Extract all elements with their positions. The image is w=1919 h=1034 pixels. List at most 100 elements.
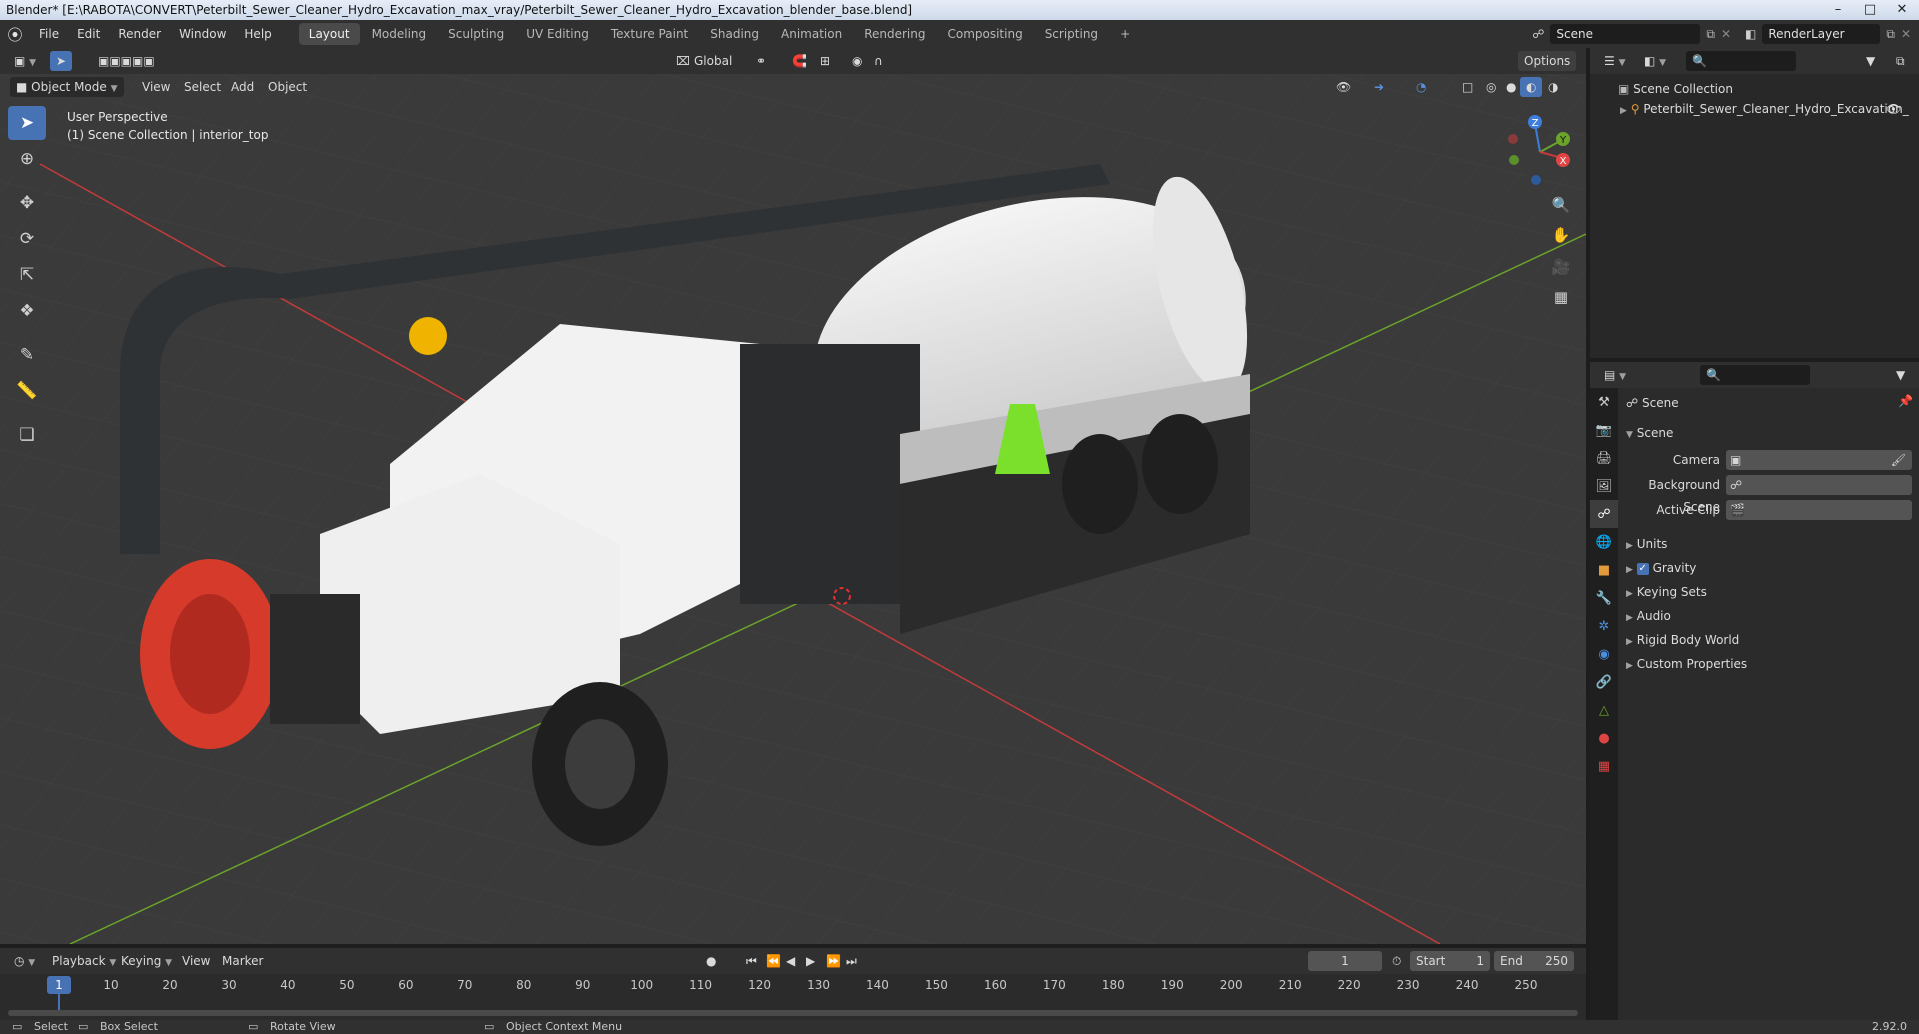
- menu-render[interactable]: Render: [109, 20, 170, 48]
- record-icon[interactable]: ●: [700, 951, 722, 971]
- camera-field[interactable]: ▣ 🖌: [1726, 450, 1912, 470]
- add-cube-icon[interactable]: ❏: [8, 418, 46, 452]
- pan-hand-icon[interactable]: ✋: [1548, 222, 1574, 248]
- maximize-button[interactable]: □: [1853, 0, 1887, 20]
- scene-selector[interactable]: Scene: [1550, 24, 1701, 44]
- outliner-editor-icon[interactable]: ☰ ▼: [1598, 51, 1632, 71]
- delete-scene-icon[interactable]: ✕: [1721, 27, 1731, 41]
- snap-icon[interactable]: 🧲: [786, 51, 813, 71]
- select-box-icon[interactable]: ➤: [8, 106, 46, 140]
- display-mode-icon[interactable]: ◧ ▼: [1638, 51, 1672, 71]
- tab-animation[interactable]: Animation: [771, 23, 852, 45]
- menu-keying[interactable]: Keying ▼: [115, 951, 178, 971]
- expand-arrow-icon[interactable]: ▶: [1620, 106, 1627, 116]
- renderlayer-selector[interactable]: RenderLayer: [1762, 24, 1881, 44]
- outliner-search-input[interactable]: 🔍: [1686, 51, 1796, 71]
- tab-texture-paint[interactable]: Texture Paint: [601, 23, 698, 45]
- properties-editor-icon[interactable]: ▤ ▼: [1598, 365, 1632, 385]
- ortho-grid-icon[interactable]: ▦: [1548, 284, 1574, 310]
- properties-options-icon[interactable]: ▼: [1890, 365, 1911, 385]
- tab-compositing[interactable]: Compositing: [937, 23, 1032, 45]
- camera-view-icon[interactable]: 🎥: [1548, 254, 1574, 280]
- properties-search-input[interactable]: 🔍: [1700, 365, 1810, 385]
- background-scene-field[interactable]: ☍: [1726, 475, 1912, 495]
- options-dropdown[interactable]: Options: [1518, 51, 1577, 71]
- units-panel[interactable]: ▶ Units: [1626, 533, 1667, 555]
- physics-tab-icon[interactable]: ◉: [1590, 640, 1618, 668]
- modifier-tab-icon[interactable]: 🔧: [1590, 584, 1618, 612]
- eyedropper-icon[interactable]: 🖌: [1891, 450, 1906, 470]
- close-button[interactable]: ✕: [1885, 0, 1919, 20]
- move-icon[interactable]: ✥: [8, 186, 46, 220]
- delete-renderlayer-icon[interactable]: ✕: [1901, 27, 1911, 41]
- visibility-icon[interactable]: 👁: [1330, 77, 1357, 97]
- scene-tab-icon[interactable]: ☍: [1590, 500, 1618, 528]
- 3d-viewport[interactable]: [0, 74, 1586, 944]
- cursor-icon[interactable]: ⊕: [8, 142, 46, 176]
- scene-collection-row[interactable]: ▣ Scene Collection: [1618, 78, 1733, 100]
- scale-icon[interactable]: ⇱: [8, 258, 46, 292]
- copy-scene-icon[interactable]: ⧉: [1706, 27, 1715, 42]
- gravity-checkbox[interactable]: ✓: [1636, 562, 1649, 575]
- menu-file[interactable]: File: [30, 20, 68, 48]
- timeline-editor-icon[interactable]: ◷ ▼: [8, 951, 41, 971]
- gravity-panel[interactable]: ▶ ✓ Gravity: [1626, 557, 1696, 579]
- rigid-body-world-panel[interactable]: ▶ Rigid Body World: [1626, 629, 1739, 651]
- play-icon[interactable]: ▶: [800, 951, 821, 971]
- pivot-icon[interactable]: ⚭: [750, 51, 772, 71]
- select-tool-icon[interactable]: ➤: [50, 51, 73, 71]
- zoom-icon[interactable]: 🔍: [1548, 192, 1574, 218]
- filter-icon[interactable]: ▼: [1860, 51, 1881, 71]
- current-frame-field[interactable]: 1: [1308, 951, 1382, 971]
- add-workspace-button[interactable]: +: [1110, 23, 1140, 45]
- menu-window[interactable]: Window: [170, 20, 235, 48]
- playhead[interactable]: 1: [47, 976, 71, 994]
- tab-rendering[interactable]: Rendering: [854, 23, 935, 45]
- tab-uv-editing[interactable]: UV Editing: [516, 23, 599, 45]
- world-tab-icon[interactable]: 🌐: [1590, 528, 1618, 556]
- object-tab-icon[interactable]: ■: [1590, 556, 1618, 584]
- falloff-icon[interactable]: ∩: [868, 51, 889, 71]
- stopwatch-icon[interactable]: ⏱: [1386, 951, 1407, 971]
- tab-modeling[interactable]: Modeling: [362, 23, 437, 45]
- material-shading-icon[interactable]: ◐: [1520, 77, 1543, 97]
- menu-edit[interactable]: Edit: [68, 20, 109, 48]
- tab-shading[interactable]: Shading: [700, 23, 769, 45]
- menu-marker[interactable]: Marker: [216, 951, 269, 971]
- end-frame-field[interactable]: End 250: [1494, 951, 1574, 971]
- view-layer-tab-icon[interactable]: 🖼: [1590, 472, 1618, 500]
- tab-sculpting[interactable]: Sculpting: [438, 23, 514, 45]
- constraints-tab-icon[interactable]: 🔗: [1590, 668, 1618, 696]
- output-tab-icon[interactable]: 🖨: [1590, 444, 1618, 472]
- transform-orientation-dropdown[interactable]: Global: [688, 51, 748, 71]
- outliner-item[interactable]: ▶ ⚲ Peterbilt_Sewer_Cleaner_Hydro_Excava…: [1620, 98, 1910, 120]
- timeline-scrollbar[interactable]: [8, 1010, 1578, 1016]
- pin-icon[interactable]: 📌: [1898, 394, 1913, 408]
- transform-icon[interactable]: ❖: [8, 294, 46, 328]
- play-reverse-icon[interactable]: ◀: [780, 951, 801, 971]
- particles-tab-icon[interactable]: ✲: [1590, 612, 1618, 640]
- keying-sets-panel[interactable]: ▶ Keying Sets: [1626, 581, 1707, 603]
- render-tab-icon[interactable]: 📷: [1590, 416, 1618, 444]
- xray-icon[interactable]: □: [1456, 77, 1479, 97]
- new-collection-icon[interactable]: ⧉: [1890, 51, 1911, 71]
- data-tab-icon[interactable]: △: [1590, 696, 1618, 724]
- annotate-icon[interactable]: ✎: [8, 338, 46, 372]
- texture-tab-icon[interactable]: ▦: [1590, 752, 1618, 780]
- menu-select[interactable]: Select: [178, 77, 227, 97]
- menu-playback[interactable]: Playback ▼: [46, 951, 122, 971]
- custom-properties-panel[interactable]: ▶ Custom Properties: [1626, 653, 1747, 675]
- gizmo-toggle-icon[interactable]: ➜: [1368, 77, 1390, 97]
- navigation-gizmo[interactable]: Z Y X: [1500, 110, 1580, 190]
- mode-dropdown[interactable]: ■ Object Mode ▼: [10, 77, 124, 97]
- editor-type-icon[interactable]: ▣ ▼: [8, 51, 42, 71]
- measure-icon[interactable]: 📏: [8, 374, 46, 408]
- tab-scripting[interactable]: Scripting: [1035, 23, 1108, 45]
- menu-view[interactable]: View: [136, 77, 176, 97]
- audio-panel[interactable]: ▶ Audio: [1626, 605, 1671, 627]
- rendered-shading-icon[interactable]: ◑: [1542, 77, 1564, 97]
- overlays-icon[interactable]: ◔: [1410, 77, 1432, 97]
- active-clip-field[interactable]: 🎬: [1726, 500, 1912, 520]
- rotate-icon[interactable]: ⟳: [8, 222, 46, 256]
- menu-help[interactable]: Help: [235, 20, 280, 48]
